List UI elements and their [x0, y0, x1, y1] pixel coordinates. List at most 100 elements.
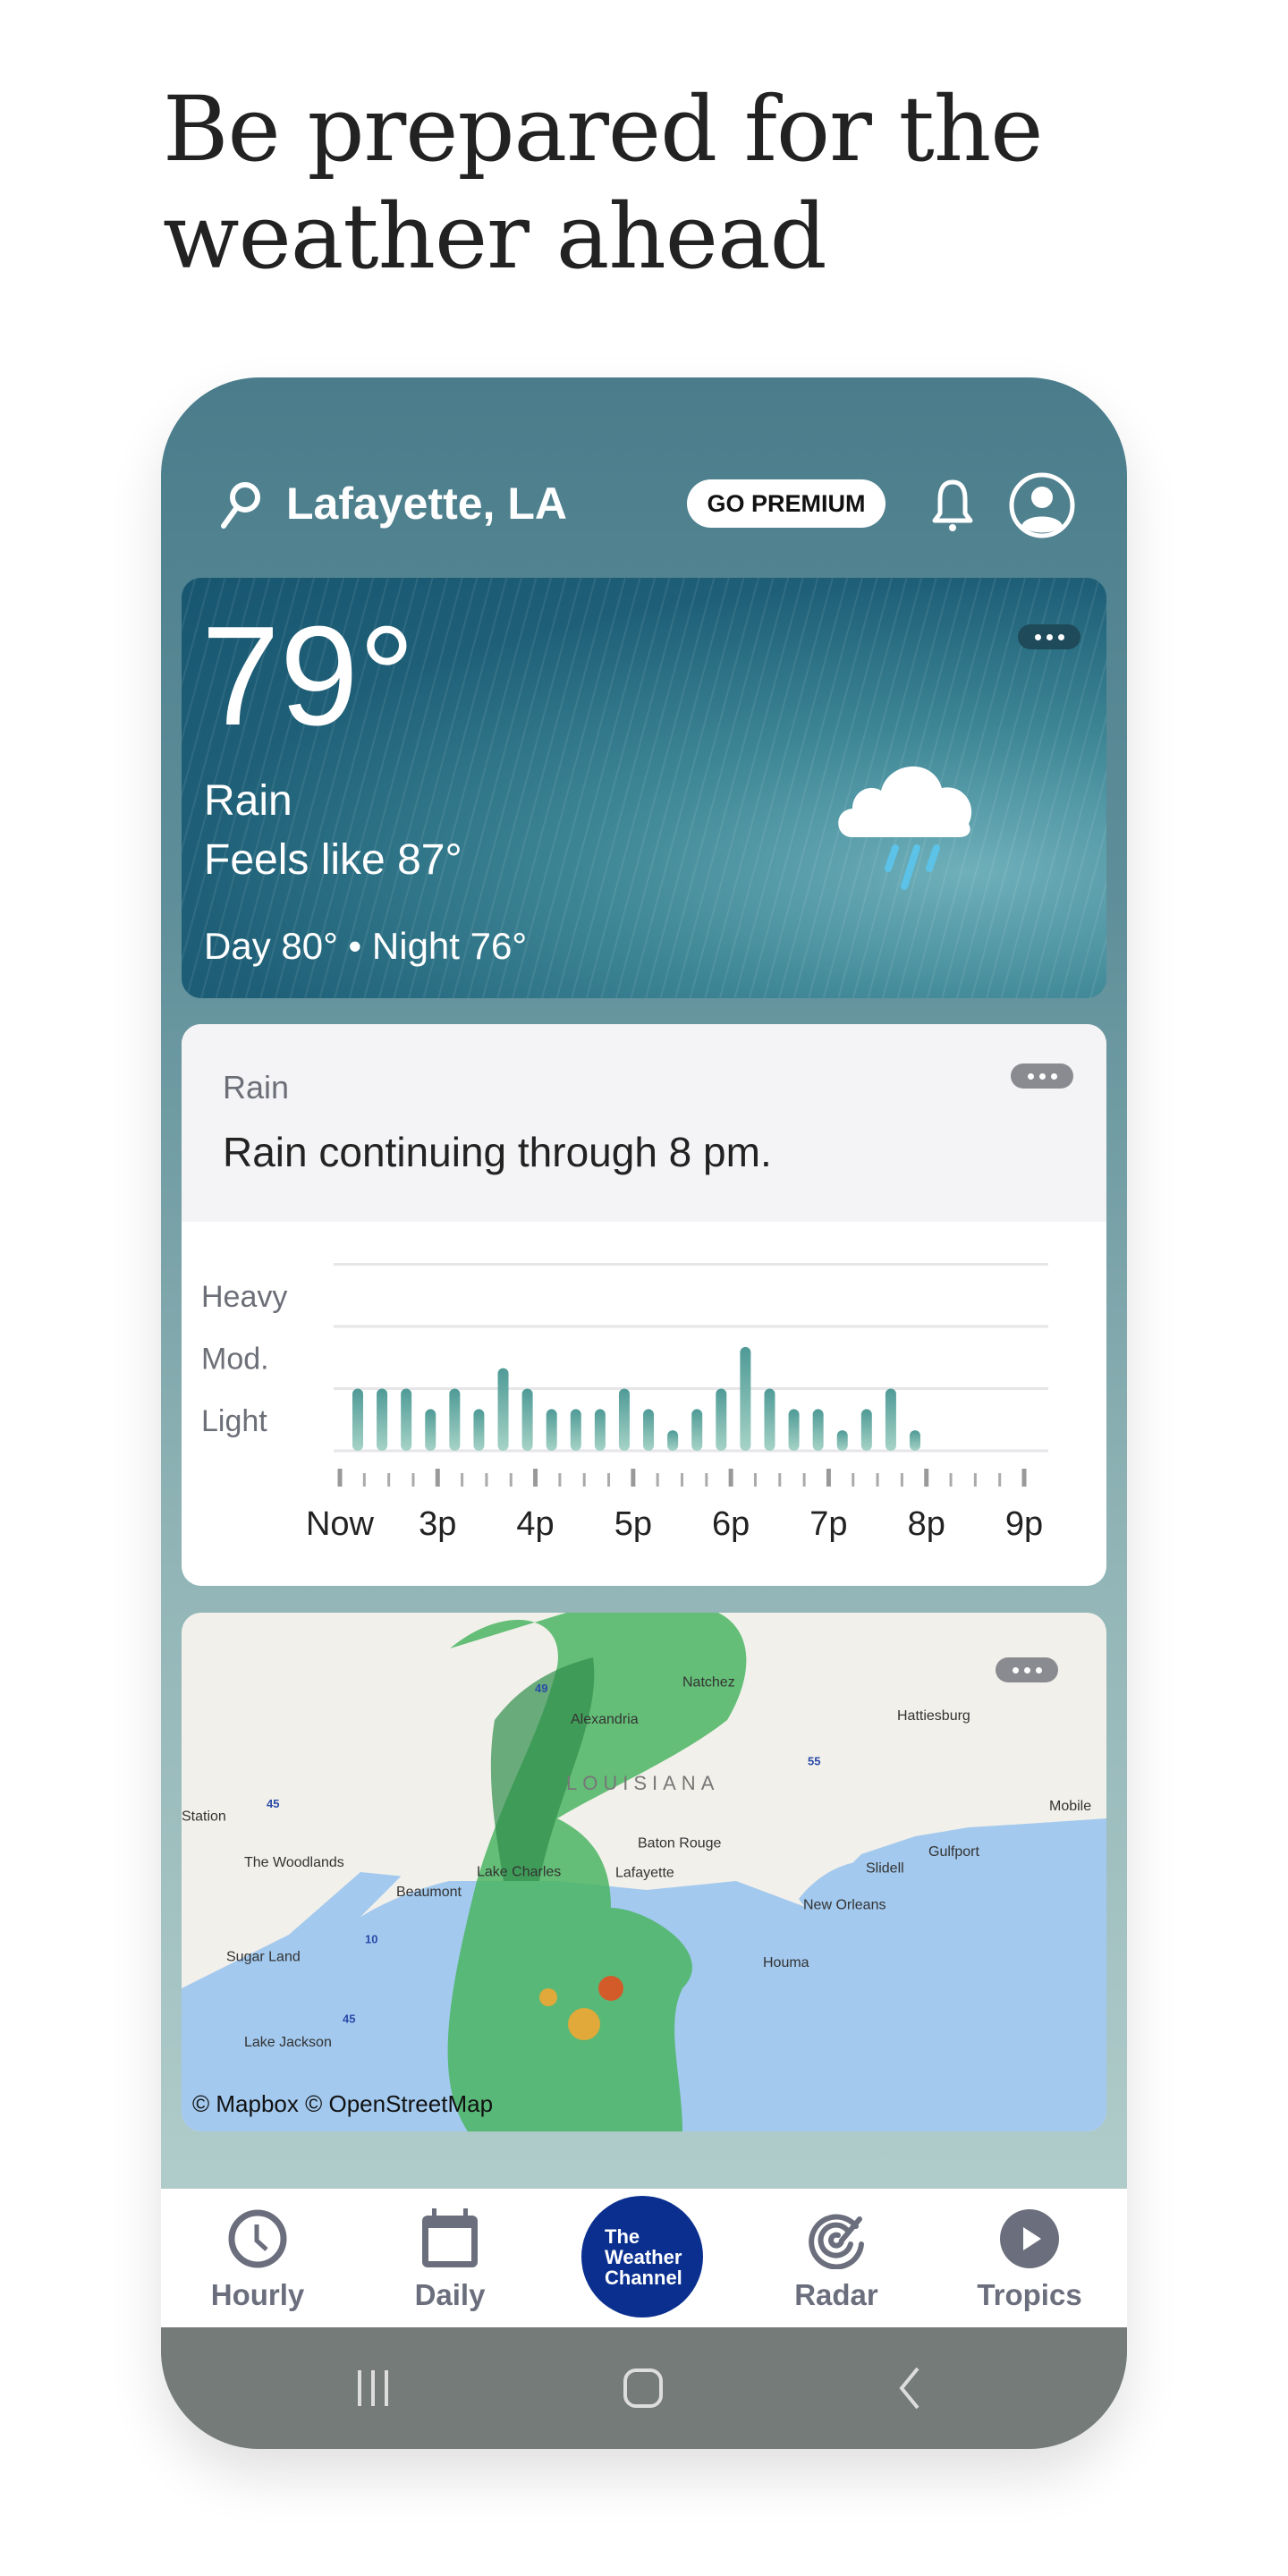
system-nav-bar — [161, 2327, 1127, 2449]
home-icon[interactable] — [621, 2367, 665, 2410]
interstate-shield: 55 — [808, 1754, 820, 1767]
map-place-label: New Orleans — [803, 1897, 886, 1912]
nav-radar[interactable]: Radar — [747, 2189, 926, 2327]
precip-bar — [449, 1388, 461, 1451]
precip-bar — [910, 1430, 920, 1451]
play-circle-icon — [1000, 2209, 1059, 2268]
bell-icon[interactable] — [930, 478, 975, 533]
headline-line-2: weather ahead — [163, 184, 827, 289]
precip-bar — [497, 1368, 509, 1451]
map-more-options-button[interactable] — [996, 1657, 1058, 1682]
rain-card-header — [182, 1024, 1106, 1222]
interstate-shield: 45 — [343, 2012, 355, 2026]
radar-map[interactable]: Natchez Alexandria Hattiesburg LOUISIANA Mob… — [182, 1613, 1106, 2131]
precip-bar — [764, 1388, 775, 1451]
logo-line: Weather — [605, 2246, 682, 2268]
precip-bar — [740, 1346, 751, 1451]
time-label: 9p — [1005, 1505, 1043, 1543]
rain-more-options-button[interactable] — [1011, 1063, 1073, 1089]
map-place-label: LOUISIANA — [566, 1772, 719, 1794]
map-place-label: Baton Rouge — [638, 1836, 722, 1852]
account-icon[interactable] — [1007, 470, 1077, 540]
map-place-label: Lafayette — [615, 1866, 674, 1881]
map-place-label: Mobile — [1049, 1799, 1091, 1814]
precip-bar — [473, 1409, 485, 1451]
radar-map-card[interactable]: Natchez Alexandria Hattiesburg LOUISIANA Mob… — [182, 1613, 1106, 2131]
search-icon[interactable] — [216, 478, 267, 531]
map-place-label: The Woodlands — [244, 1855, 344, 1870]
twc-logo-button[interactable]: The Weather Channel — [581, 2196, 703, 2318]
precip-bar — [860, 1409, 872, 1451]
interstate-shield: 45 — [267, 1797, 279, 1810]
headline-line-1: Be prepared for the — [163, 77, 1043, 182]
map-place-label: Alexandria — [571, 1712, 639, 1727]
more-options-button[interactable] — [1018, 624, 1080, 649]
map-place-label: Hattiesburg — [897, 1708, 970, 1724]
nav-daily[interactable]: Daily — [360, 2189, 539, 2327]
time-label: Now — [306, 1505, 375, 1543]
clock-icon — [228, 2209, 287, 2268]
precip-bar — [836, 1430, 848, 1451]
precip-bar — [691, 1409, 703, 1451]
y-level-label: Light — [201, 1404, 267, 1438]
map-attribution: © Mapbox © OpenStreetMap — [192, 2090, 493, 2117]
radar-icon — [809, 2214, 864, 2269]
map-place-label: Beaumont — [396, 1885, 462, 1900]
map-place-label: Station — [182, 1809, 226, 1824]
map-place-label: Natchez — [682, 1675, 735, 1690]
logo-line: Channel — [605, 2267, 682, 2289]
current-conditions-card[interactable]: 79° Rain Feels like 87° Day 80° • Night … — [182, 578, 1106, 998]
time-label: 3p — [419, 1505, 456, 1543]
recents-icon[interactable] — [351, 2367, 395, 2410]
interstate-shield: 49 — [535, 1682, 547, 1695]
location-title[interactable]: Lafayette, LA — [286, 478, 567, 530]
condition-text: Rain — [204, 777, 292, 825]
map-place-label: Slidell — [866, 1860, 904, 1876]
precip-intensity-chart: Light Mod. Heavy Now 3p 4p 5p 6p 7p 8p 9p — [201, 1263, 1048, 1543]
precip-bar — [425, 1409, 436, 1451]
calendar-icon — [422, 2208, 478, 2267]
bottom-nav: Hourly Daily The Weather Channel Radar T… — [161, 2189, 1127, 2327]
day-night-temps: Day 80° • Night 76° — [204, 925, 528, 967]
feels-like-text: Feels like 87° — [204, 836, 462, 884]
precip-bar — [643, 1409, 655, 1451]
time-label: 4p — [516, 1505, 554, 1543]
map-place-label: Gulfport — [928, 1844, 979, 1860]
time-label: 8p — [908, 1505, 945, 1543]
precip-bar — [352, 1388, 363, 1451]
precip-bar — [377, 1388, 388, 1451]
precip-bar — [618, 1388, 630, 1451]
precip-bar — [812, 1409, 824, 1451]
y-level-label: Heavy — [201, 1280, 287, 1314]
precip-bar — [401, 1388, 412, 1451]
time-label: 7p — [809, 1505, 847, 1543]
rain-forecast-card[interactable]: Rain Rain continuing through 8 pm. Light… — [182, 1024, 1106, 1586]
phone-frame: Lafayette, LA GO PREMIUM 79° Rain Feels … — [161, 377, 1127, 2449]
back-icon[interactable] — [893, 2367, 928, 2410]
time-label: 5p — [614, 1505, 652, 1543]
precip-bar — [788, 1409, 800, 1451]
precip-bar — [546, 1409, 557, 1451]
map-place-label: Sugar Land — [226, 1949, 301, 1964]
precip-bar — [885, 1388, 896, 1451]
precip-bar — [570, 1409, 581, 1451]
current-temperature: 79° — [201, 597, 415, 755]
logo-line: The — [605, 2225, 640, 2248]
page-headline: Be prepared for the weather ahead — [163, 76, 1147, 291]
interstate-shield: 10 — [365, 1933, 377, 1946]
go-premium-button[interactable]: GO PREMIUM — [687, 479, 886, 528]
map-place-label: Lake Jackson — [244, 2035, 332, 2050]
time-label: 6p — [712, 1505, 750, 1543]
precip-bar — [667, 1430, 679, 1451]
rain-cloud-icon — [838, 766, 972, 890]
map-place-label: Lake Charles — [477, 1864, 561, 1879]
rain-card-label: Rain — [223, 1069, 290, 1106]
precip-bar — [716, 1388, 727, 1451]
precip-bar — [594, 1409, 606, 1451]
nav-hourly[interactable]: Hourly — [168, 2189, 347, 2327]
rain-card-headline: Rain continuing through 8 pm. — [223, 1129, 772, 1175]
precip-bar — [521, 1388, 533, 1451]
map-place-label: Houma — [763, 1955, 809, 1970]
nav-tropics[interactable]: Tropics — [940, 2189, 1119, 2327]
y-level-label: Mod. — [201, 1343, 269, 1377]
